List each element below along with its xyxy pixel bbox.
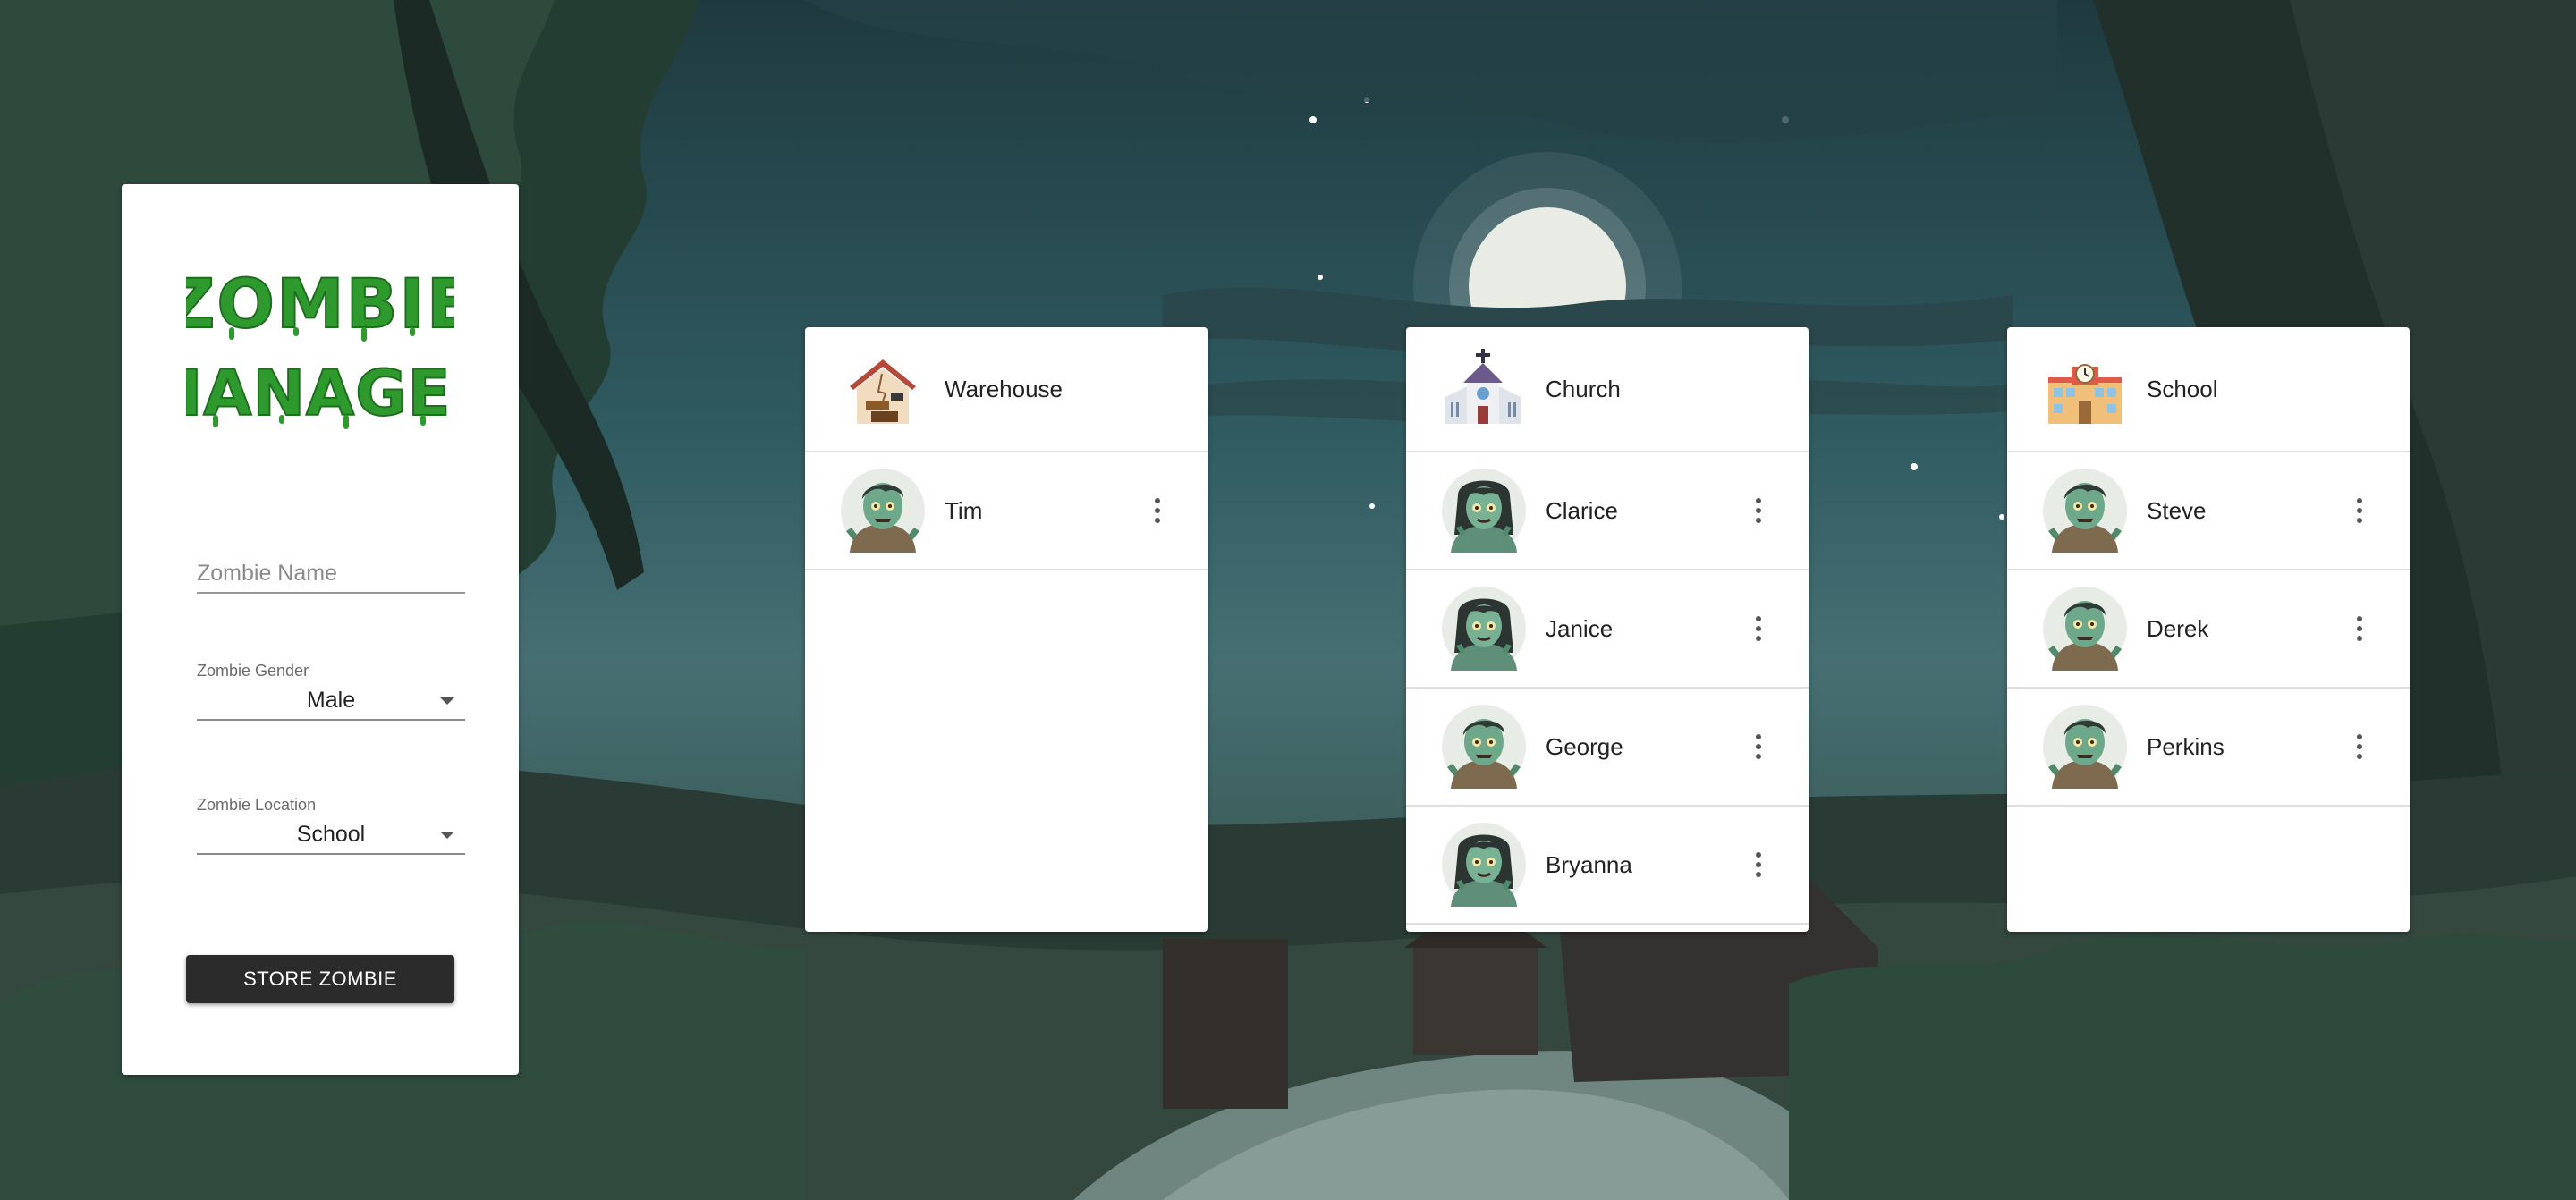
zombie-location-dropdown[interactable]: School <box>197 815 465 855</box>
more-vert-icon[interactable] <box>2351 493 2368 528</box>
zombie-gender-label: Zombie Gender <box>197 662 309 680</box>
more-vert-icon[interactable] <box>1750 611 1767 646</box>
zombie-list-item[interactable]: George <box>1406 689 1809 807</box>
more-vert-icon[interactable] <box>1750 729 1767 765</box>
zombie-gender-select[interactable]: Zombie Gender Male <box>197 662 465 721</box>
location-header: Church <box>1406 327 1809 452</box>
more-vert-icon[interactable] <box>2351 611 2368 646</box>
zombie-avatar <box>1442 823 1526 907</box>
zombie-avatar <box>1442 587 1526 671</box>
location-card-school: School Steve Derek Perkins <box>2007 327 2410 932</box>
zombie-location-label: Zombie Location <box>197 796 317 814</box>
zombie-avatar <box>841 469 925 553</box>
svg-text:MANAGER: MANAGER <box>186 357 454 430</box>
zombie-name: Perkins <box>2147 732 2224 760</box>
haunted-night-background: ZOMBIE MANAGER Zombie Name Zombie Gender <box>0 0 2576 1200</box>
zombie-location-select[interactable]: Zombie Location School <box>197 796 465 855</box>
warehouse-icon <box>841 347 925 431</box>
zombie-name: Bryanna <box>1546 850 1632 878</box>
location-name: School <box>2147 375 2218 402</box>
zombie-name-placeholder: Zombie Name <box>197 560 337 586</box>
zombie-manager-logo: ZOMBIE MANAGER <box>122 256 519 435</box>
zombie-avatar <box>2043 587 2127 671</box>
more-vert-icon[interactable] <box>1148 493 1166 528</box>
location-header: Warehouse <box>805 327 1208 452</box>
zombie-list-item[interactable]: Perkins <box>2007 689 2410 807</box>
chevron-down-icon[interactable] <box>440 697 454 705</box>
zombie-list-item[interactable]: Tim <box>805 452 1208 570</box>
more-vert-icon[interactable] <box>2351 729 2368 765</box>
school-icon <box>2043 347 2127 431</box>
zombie-list-item[interactable]: Janice <box>1406 570 1809 689</box>
location-card-warehouse: Warehouse Tim <box>805 327 1208 932</box>
zombie-list-item[interactable]: Derek <box>2007 570 2410 689</box>
zombie-list-item[interactable]: Clarice <box>1406 452 1809 570</box>
location-name: Church <box>1546 375 1621 402</box>
location-card-church: Church Clarice Janice George Bryanna <box>1406 327 1809 932</box>
zombie-avatar <box>2043 469 2127 553</box>
store-zombie-button[interactable]: STORE ZOMBIE <box>186 955 454 1003</box>
zombie-avatar <box>2043 705 2127 789</box>
zombie-location-value: School <box>296 821 366 847</box>
zombie-name-field[interactable]: Zombie Name <box>197 554 465 594</box>
location-header: School <box>2007 327 2410 452</box>
zombie-manager-panel: ZOMBIE MANAGER Zombie Name Zombie Gender <box>122 184 519 1075</box>
chevron-down-icon[interactable] <box>440 832 454 839</box>
zombie-list-item[interactable]: Steve <box>2007 452 2410 570</box>
zombie-name: Janice <box>1546 614 1614 642</box>
zombie-name: Steve <box>2147 496 2207 524</box>
zombie-name: Clarice <box>1546 496 1618 524</box>
zombie-name: Derek <box>2147 614 2209 642</box>
zombie-gender-value: Male <box>306 687 356 713</box>
more-vert-icon[interactable] <box>1750 847 1767 883</box>
more-vert-icon[interactable] <box>1750 493 1767 528</box>
zombie-name: George <box>1546 732 1623 760</box>
zombie-list-item[interactable]: Bryanna <box>1406 807 1809 925</box>
church-icon <box>1442 347 1526 431</box>
zombie-name: Tim <box>945 496 983 524</box>
zombie-avatar <box>1442 469 1526 553</box>
zombie-gender-dropdown[interactable]: Male <box>197 681 465 721</box>
location-name: Warehouse <box>945 375 1063 402</box>
zombie-name-input[interactable]: Zombie Name <box>197 554 465 594</box>
zombie-avatar <box>1442 705 1526 789</box>
